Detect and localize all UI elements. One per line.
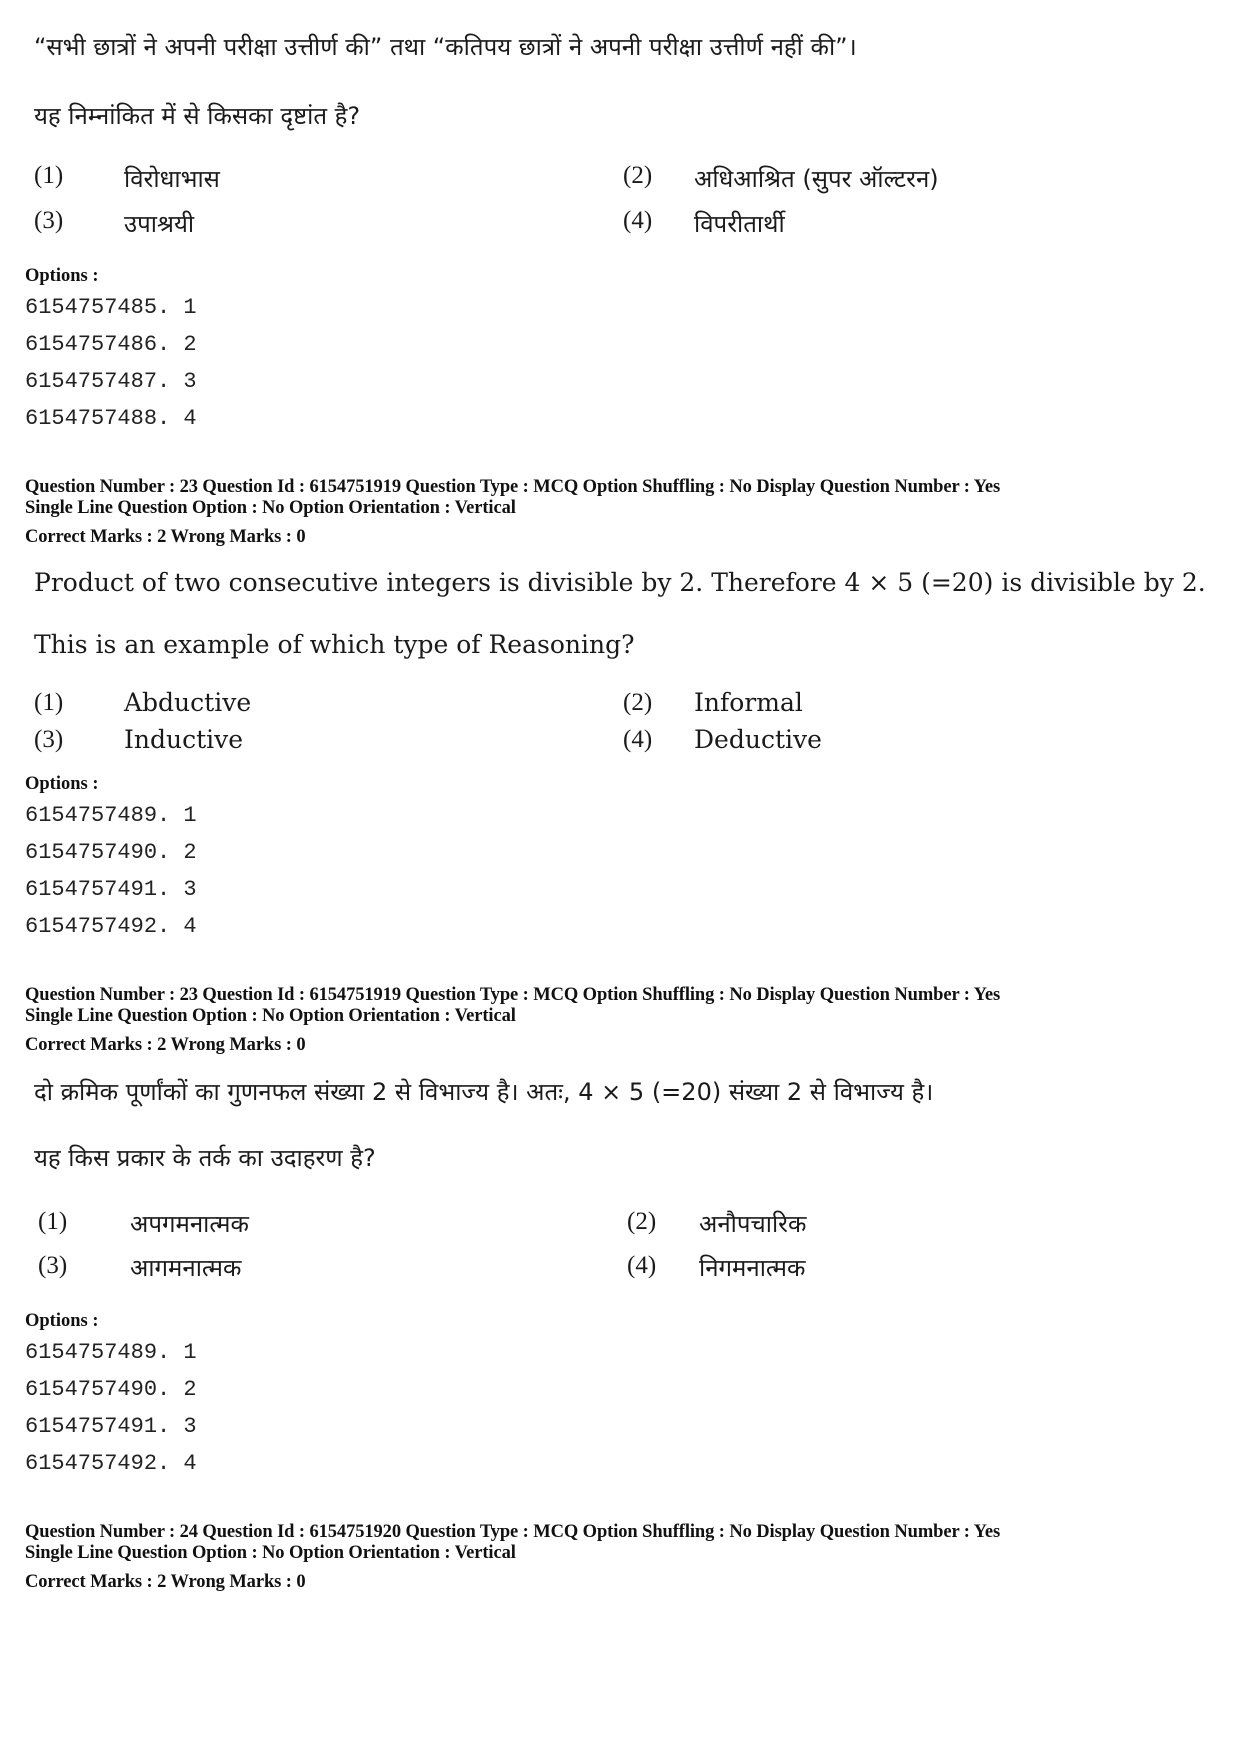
choice-text: विपरीतार्थी bbox=[694, 210, 785, 238]
question-statement: “सभी छात्रों ने अपनी परीक्षा उत्तीर्ण की… bbox=[34, 33, 857, 61]
question-meta-line1: Question Number : 23 Question Id : 61547… bbox=[25, 477, 1001, 497]
question-marks: Correct Marks : 2 Wrong Marks : 0 bbox=[25, 1572, 306, 1592]
choice-number: (3) bbox=[34, 207, 64, 234]
choice-number: (2) bbox=[623, 689, 653, 716]
question-marks: Correct Marks : 2 Wrong Marks : 0 bbox=[25, 527, 306, 547]
option-id: 6154757487. 3 bbox=[25, 369, 197, 394]
question-prompt: यह निम्नांकित में से किसका दृष्टांत है? bbox=[34, 102, 361, 130]
choice-number: (2) bbox=[623, 162, 653, 189]
choice-number: (1) bbox=[34, 162, 64, 189]
question-prompt: यह किस प्रकार के तर्क का उदाहरण है? bbox=[34, 1144, 376, 1172]
option-id: 6154757491. 3 bbox=[25, 1414, 197, 1439]
question-marks: Correct Marks : 2 Wrong Marks : 0 bbox=[25, 1035, 306, 1055]
option-id: 6154757492. 4 bbox=[25, 914, 197, 939]
choice-text: अपगमनात्मक bbox=[130, 1210, 249, 1238]
option-id: 6154757490. 2 bbox=[25, 1377, 197, 1402]
option-id: 6154757489. 1 bbox=[25, 1340, 197, 1365]
choice-number: (1) bbox=[34, 689, 64, 716]
choice-text: Informal bbox=[694, 688, 803, 717]
option-id: 6154757486. 2 bbox=[25, 332, 197, 357]
choice-number: (4) bbox=[623, 207, 653, 234]
choice-text: उपाश्रयी bbox=[124, 210, 195, 238]
option-id: 6154757485. 1 bbox=[25, 295, 197, 320]
question-meta-line2: Single Line Question Option : No Option … bbox=[25, 498, 516, 518]
choice-number: (3) bbox=[34, 726, 64, 753]
choice-number: (4) bbox=[627, 1252, 657, 1279]
options-label: Options : bbox=[25, 1311, 99, 1331]
option-id: 6154757491. 3 bbox=[25, 877, 197, 902]
choice-number: (3) bbox=[38, 1252, 68, 1279]
choice-text: अनौपचारिक bbox=[699, 1210, 807, 1238]
choice-text: Abductive bbox=[124, 688, 252, 717]
choice-text: विरोधाभास bbox=[124, 165, 220, 193]
question-meta-line1: Question Number : 24 Question Id : 61547… bbox=[25, 1522, 1001, 1542]
options-label: Options : bbox=[25, 774, 99, 794]
question-meta-line2: Single Line Question Option : No Option … bbox=[25, 1006, 516, 1026]
options-label: Options : bbox=[25, 266, 99, 286]
question-prompt: This is an example of which type of Reas… bbox=[34, 630, 635, 659]
question-meta-line1: Question Number : 23 Question Id : 61547… bbox=[25, 985, 1001, 1005]
choice-text: आगमनात्मक bbox=[130, 1254, 242, 1282]
choice-number: (2) bbox=[627, 1208, 657, 1235]
choice-number: (4) bbox=[623, 726, 653, 753]
choice-text: Deductive bbox=[694, 725, 822, 754]
choice-text: Inductive bbox=[124, 725, 244, 754]
choice-text: निगमनात्मक bbox=[699, 1254, 806, 1282]
question-statement: Product of two consecutive integers is d… bbox=[34, 568, 1206, 597]
option-id: 6154757490. 2 bbox=[25, 840, 197, 865]
option-id: 6154757488. 4 bbox=[25, 406, 197, 431]
question-meta-line2: Single Line Question Option : No Option … bbox=[25, 1543, 516, 1563]
choice-text: अधिआश्रित (सुपर ऑल्टरन) bbox=[694, 165, 939, 193]
option-id: 6154757492. 4 bbox=[25, 1451, 197, 1476]
option-id: 6154757489. 1 bbox=[25, 803, 197, 828]
choice-number: (1) bbox=[38, 1208, 68, 1235]
question-statement: दो क्रमिक पूर्णांकों का गुणनफल संख्या 2 … bbox=[34, 1078, 934, 1106]
